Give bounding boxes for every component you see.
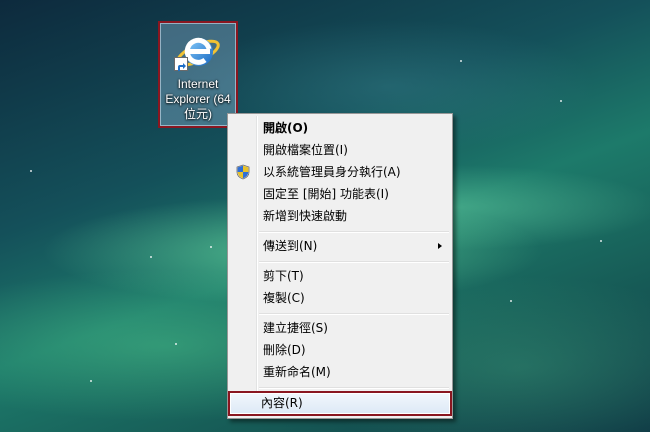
star (210, 246, 212, 248)
star (90, 380, 92, 382)
menu-item-open-file-location[interactable]: 開啟檔案位置(I) (230, 139, 450, 161)
menu-separator (259, 261, 449, 263)
menu-item-pin-to-start-menu[interactable]: 固定至 [開始] 功能表(I) (230, 183, 450, 205)
context-menu: 開啟(O) 開啟檔案位置(I) 以系統管理員身分執行(A) 固定至 [開始] 功… (227, 113, 453, 419)
menu-separator (259, 231, 449, 233)
star (30, 170, 32, 172)
menu-item-run-as-administrator[interactable]: 以系統管理員身分執行(A) (230, 161, 450, 183)
star (600, 240, 602, 242)
menu-item-properties[interactable]: 內容(R) (228, 391, 452, 416)
submenu-arrow-icon (438, 243, 442, 249)
star (175, 343, 177, 345)
menu-item-add-to-quick-launch[interactable]: 新增到快速啟動 (230, 205, 450, 227)
menu-item-delete[interactable]: 刪除(D) (230, 339, 450, 361)
menu-item-label: 開啟(O) (263, 121, 309, 135)
uac-shield-icon (236, 164, 250, 180)
menu-item-label: 傳送到(N) (263, 239, 318, 253)
menu-item-rename[interactable]: 重新命名(M) (230, 361, 450, 383)
menu-item-label: 重新命名(M) (263, 365, 331, 379)
menu-item-label: 建立捷徑(S) (263, 321, 328, 335)
menu-separator (259, 387, 449, 389)
star (510, 300, 512, 302)
menu-item-open[interactable]: 開啟(O) (230, 117, 450, 139)
menu-item-label: 複製(C) (263, 291, 305, 305)
menu-item-label: 刪除(D) (263, 343, 306, 357)
menu-item-copy[interactable]: 複製(C) (230, 287, 450, 309)
desktop-icon-internet-explorer[interactable]: Internet Explorer (64 位元) (158, 21, 238, 128)
menu-item-send-to[interactable]: 傳送到(N) (230, 235, 450, 257)
menu-item-label: 內容(R) (261, 396, 303, 410)
star (460, 60, 462, 62)
menu-item-label: 剪下(T) (263, 269, 304, 283)
menu-separator (259, 313, 449, 315)
desktop-icon-label: Internet Explorer (64 位元) (165, 77, 231, 121)
menu-item-label: 新增到快速啟動 (263, 209, 348, 223)
menu-item-label: 固定至 [開始] 功能表(I) (263, 187, 389, 201)
menu-item-label: 開啟檔案位置(I) (263, 143, 348, 157)
menu-item-label: 以系統管理員身分執行(A) (263, 165, 401, 179)
star (150, 256, 152, 258)
menu-item-cut[interactable]: 剪下(T) (230, 265, 450, 287)
menu-item-create-shortcut[interactable]: 建立捷徑(S) (230, 317, 450, 339)
star (560, 100, 562, 102)
shortcut-arrow-icon (174, 57, 188, 71)
